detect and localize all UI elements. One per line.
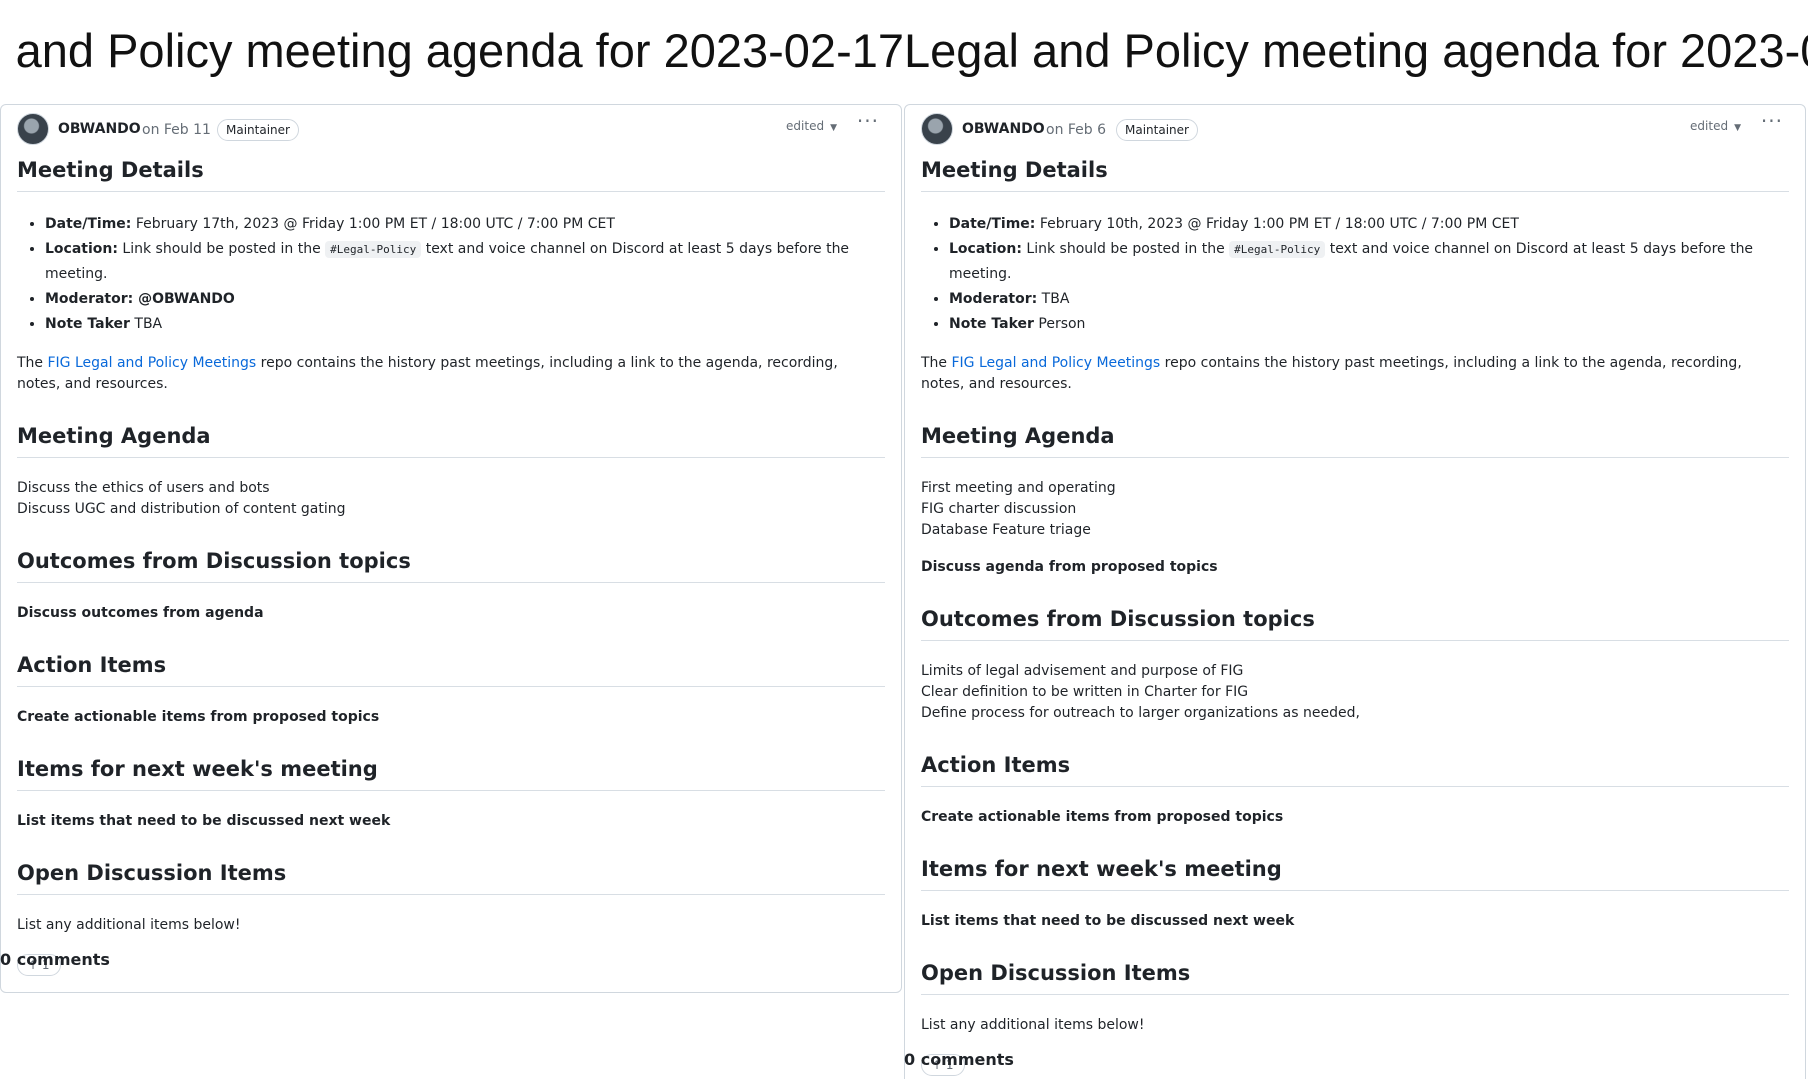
heading-meeting-details: Meeting Details (921, 157, 1789, 192)
discussion-card: OBWANDO on Feb 6 Maintainer edited ▼ ··· … (904, 104, 1806, 1079)
notetaker-label: Note Taker (949, 316, 1034, 332)
post-date[interactable]: on Feb 11 (142, 122, 211, 138)
action-item: Create actionable items from proposed to… (921, 809, 1284, 825)
open-discussion-item: List any additional items below! (921, 1017, 1145, 1033)
repo-link[interactable]: FIG Legal and Policy Meetings (48, 355, 257, 371)
card-body: Meeting Details Date/Time: February 17th… (1, 157, 901, 992)
chevron-down-icon: ▼ (1734, 123, 1741, 133)
page-title: Legal and Policy meeting agenda for 2023… (904, 24, 1808, 77)
open-discussion-item: List any additional items below! (17, 917, 241, 933)
datetime-value: February 17th, 2023 @ Friday 1:00 PM ET … (131, 216, 615, 232)
agenda-item: FIG charter discussion (921, 501, 1077, 517)
moderator-label: Moderator: (949, 291, 1038, 307)
location-text: Link should be posted in the (1021, 241, 1230, 257)
location-label: Location: (949, 241, 1022, 257)
details-list: Date/Time: February 10th, 2023 @ Friday … (921, 212, 1789, 337)
agenda-item: Discuss agenda from proposed topics (921, 559, 1218, 575)
repo-paragraph: The FIG Legal and Policy Meetings repo c… (921, 353, 1789, 395)
next-week-item: List items that need to be discussed nex… (17, 813, 391, 829)
list-item: Note Taker TBA (45, 312, 885, 337)
repo-paragraph: The FIG Legal and Policy Meetings repo c… (17, 353, 885, 395)
outcomes-lines: Limits of legal advisement and purpose o… (921, 661, 1789, 724)
repo-link[interactable]: FIG Legal and Policy Meetings (952, 355, 1161, 371)
notetaker-label: Note Taker (45, 316, 130, 332)
agenda-lines: Discuss the ethics of users and bots Dis… (17, 478, 885, 520)
card-body: Meeting Details Date/Time: February 10th… (905, 157, 1805, 1079)
edited-label: edited (786, 119, 825, 133)
moderator-value: TBA (1037, 291, 1070, 307)
notetaker-value: Person (1033, 316, 1086, 332)
location-label: Location: (45, 241, 118, 257)
post-date[interactable]: on Feb 6 (1046, 122, 1106, 138)
datetime-value: February 10th, 2023 @ Friday 1:00 PM ET … (1035, 216, 1519, 232)
datetime-label: Date/Time: (949, 216, 1036, 232)
page-title: Proposed Legal and Policy meeting agenda… (0, 24, 904, 77)
repo-text: The (17, 355, 48, 371)
heading-next-week: Items for next week's meeting (17, 756, 885, 791)
card-header: OBWANDO on Feb 11 Maintainer edited ▼ ··· (1, 105, 901, 157)
list-item: Moderator: TBA (949, 287, 1789, 312)
agenda-item: Discuss the ethics of users and bots (17, 480, 270, 496)
edited-dropdown[interactable]: edited ▼ (786, 119, 837, 133)
author-link[interactable]: OBWANDO (962, 121, 1045, 137)
notetaker-value: TBA (129, 316, 163, 332)
discussion-card: OBWANDO on Feb 11 Maintainer edited ▼ ···… (0, 104, 902, 993)
outcomes-item: Limits of legal advisement and purpose o… (921, 663, 1244, 679)
repo-text: The (921, 355, 952, 371)
role-badge: Maintainer (1116, 119, 1198, 141)
agenda-item: Database Feature triage (921, 522, 1091, 538)
moderator-label: Moderator: (45, 291, 134, 307)
list-item: Location: Link should be posted in the #… (45, 237, 885, 287)
agenda-item: Discuss UGC and distribution of content … (17, 501, 346, 517)
avatar[interactable] (17, 113, 49, 145)
chevron-down-icon: ▼ (830, 123, 837, 133)
heading-meeting-details: Meeting Details (17, 157, 885, 192)
heading-open-discussion: Open Discussion Items (921, 960, 1789, 995)
avatar[interactable] (921, 113, 953, 145)
comments-count: 0 comments (904, 1050, 1014, 1069)
list-item: Date/Time: February 10th, 2023 @ Friday … (949, 212, 1789, 237)
heading-action-items: Action Items (921, 752, 1789, 787)
left-discussion-panel: Proposed Legal and Policy meeting agenda… (0, 0, 904, 1079)
outcomes-item: Define process for outreach to larger or… (921, 705, 1360, 721)
screenshot: Proposed Legal and Policy meeting agenda… (0, 0, 1808, 1079)
list-item: Note Taker Person (949, 312, 1789, 337)
agenda-lines: First meeting and operating FIG charter … (921, 478, 1789, 541)
heading-open-discussion: Open Discussion Items (17, 860, 885, 895)
edited-dropdown[interactable]: edited ▼ (1690, 119, 1741, 133)
role-badge: Maintainer (217, 119, 299, 141)
list-item: Date/Time: February 17th, 2023 @ Friday … (45, 212, 885, 237)
moderator-value[interactable]: @OBWANDO (133, 291, 235, 307)
datetime-label: Date/Time: (45, 216, 132, 232)
comments-count: 0 comments (0, 950, 110, 969)
details-list: Date/Time: February 17th, 2023 @ Friday … (17, 212, 885, 337)
channel-code: #Legal-Policy (1229, 241, 1326, 258)
list-item: Moderator: @OBWANDO (45, 287, 885, 312)
outcomes-item: Clear definition to be written in Charte… (921, 684, 1249, 700)
edited-label: edited (1690, 119, 1729, 133)
next-week-item: List items that need to be discussed nex… (921, 913, 1295, 929)
heading-next-week: Items for next week's meeting (921, 856, 1789, 891)
card-header: OBWANDO on Feb 6 Maintainer edited ▼ ··· (905, 105, 1805, 157)
list-item: Location: Link should be posted in the #… (949, 237, 1789, 287)
author-link[interactable]: OBWANDO (58, 121, 141, 137)
right-discussion-panel: Legal and Policy meeting agenda for 2023… (904, 0, 1808, 1079)
outcomes-item: Discuss outcomes from agenda (17, 605, 264, 621)
agenda-item: First meeting and operating (921, 480, 1116, 496)
location-text: Link should be posted in the (117, 241, 326, 257)
more-options-icon[interactable]: ··· (857, 109, 879, 133)
heading-meeting-agenda: Meeting Agenda (921, 423, 1789, 458)
channel-code: #Legal-Policy (325, 241, 422, 258)
heading-meeting-agenda: Meeting Agenda (17, 423, 885, 458)
action-item: Create actionable items from proposed to… (17, 709, 380, 725)
heading-outcomes: Outcomes from Discussion topics (921, 606, 1789, 641)
more-options-icon[interactable]: ··· (1761, 109, 1783, 133)
heading-action-items: Action Items (17, 652, 885, 687)
heading-outcomes: Outcomes from Discussion topics (17, 548, 885, 583)
